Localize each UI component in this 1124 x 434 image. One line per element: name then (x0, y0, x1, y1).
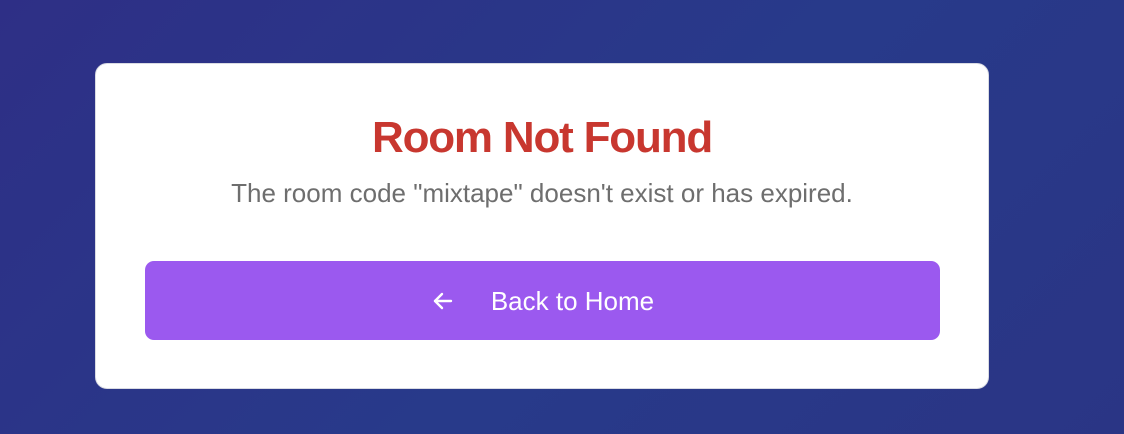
back-button-label: Back to Home (490, 285, 655, 316)
back-to-home-button[interactable]: Back to Home (145, 261, 940, 340)
arrow-left-icon (431, 289, 455, 313)
error-card: Room Not Found The room code "mixtape" d… (95, 63, 989, 389)
error-message: The room code "mixtape" doesn't exist or… (231, 178, 853, 208)
error-title: Room Not Found (372, 113, 713, 162)
